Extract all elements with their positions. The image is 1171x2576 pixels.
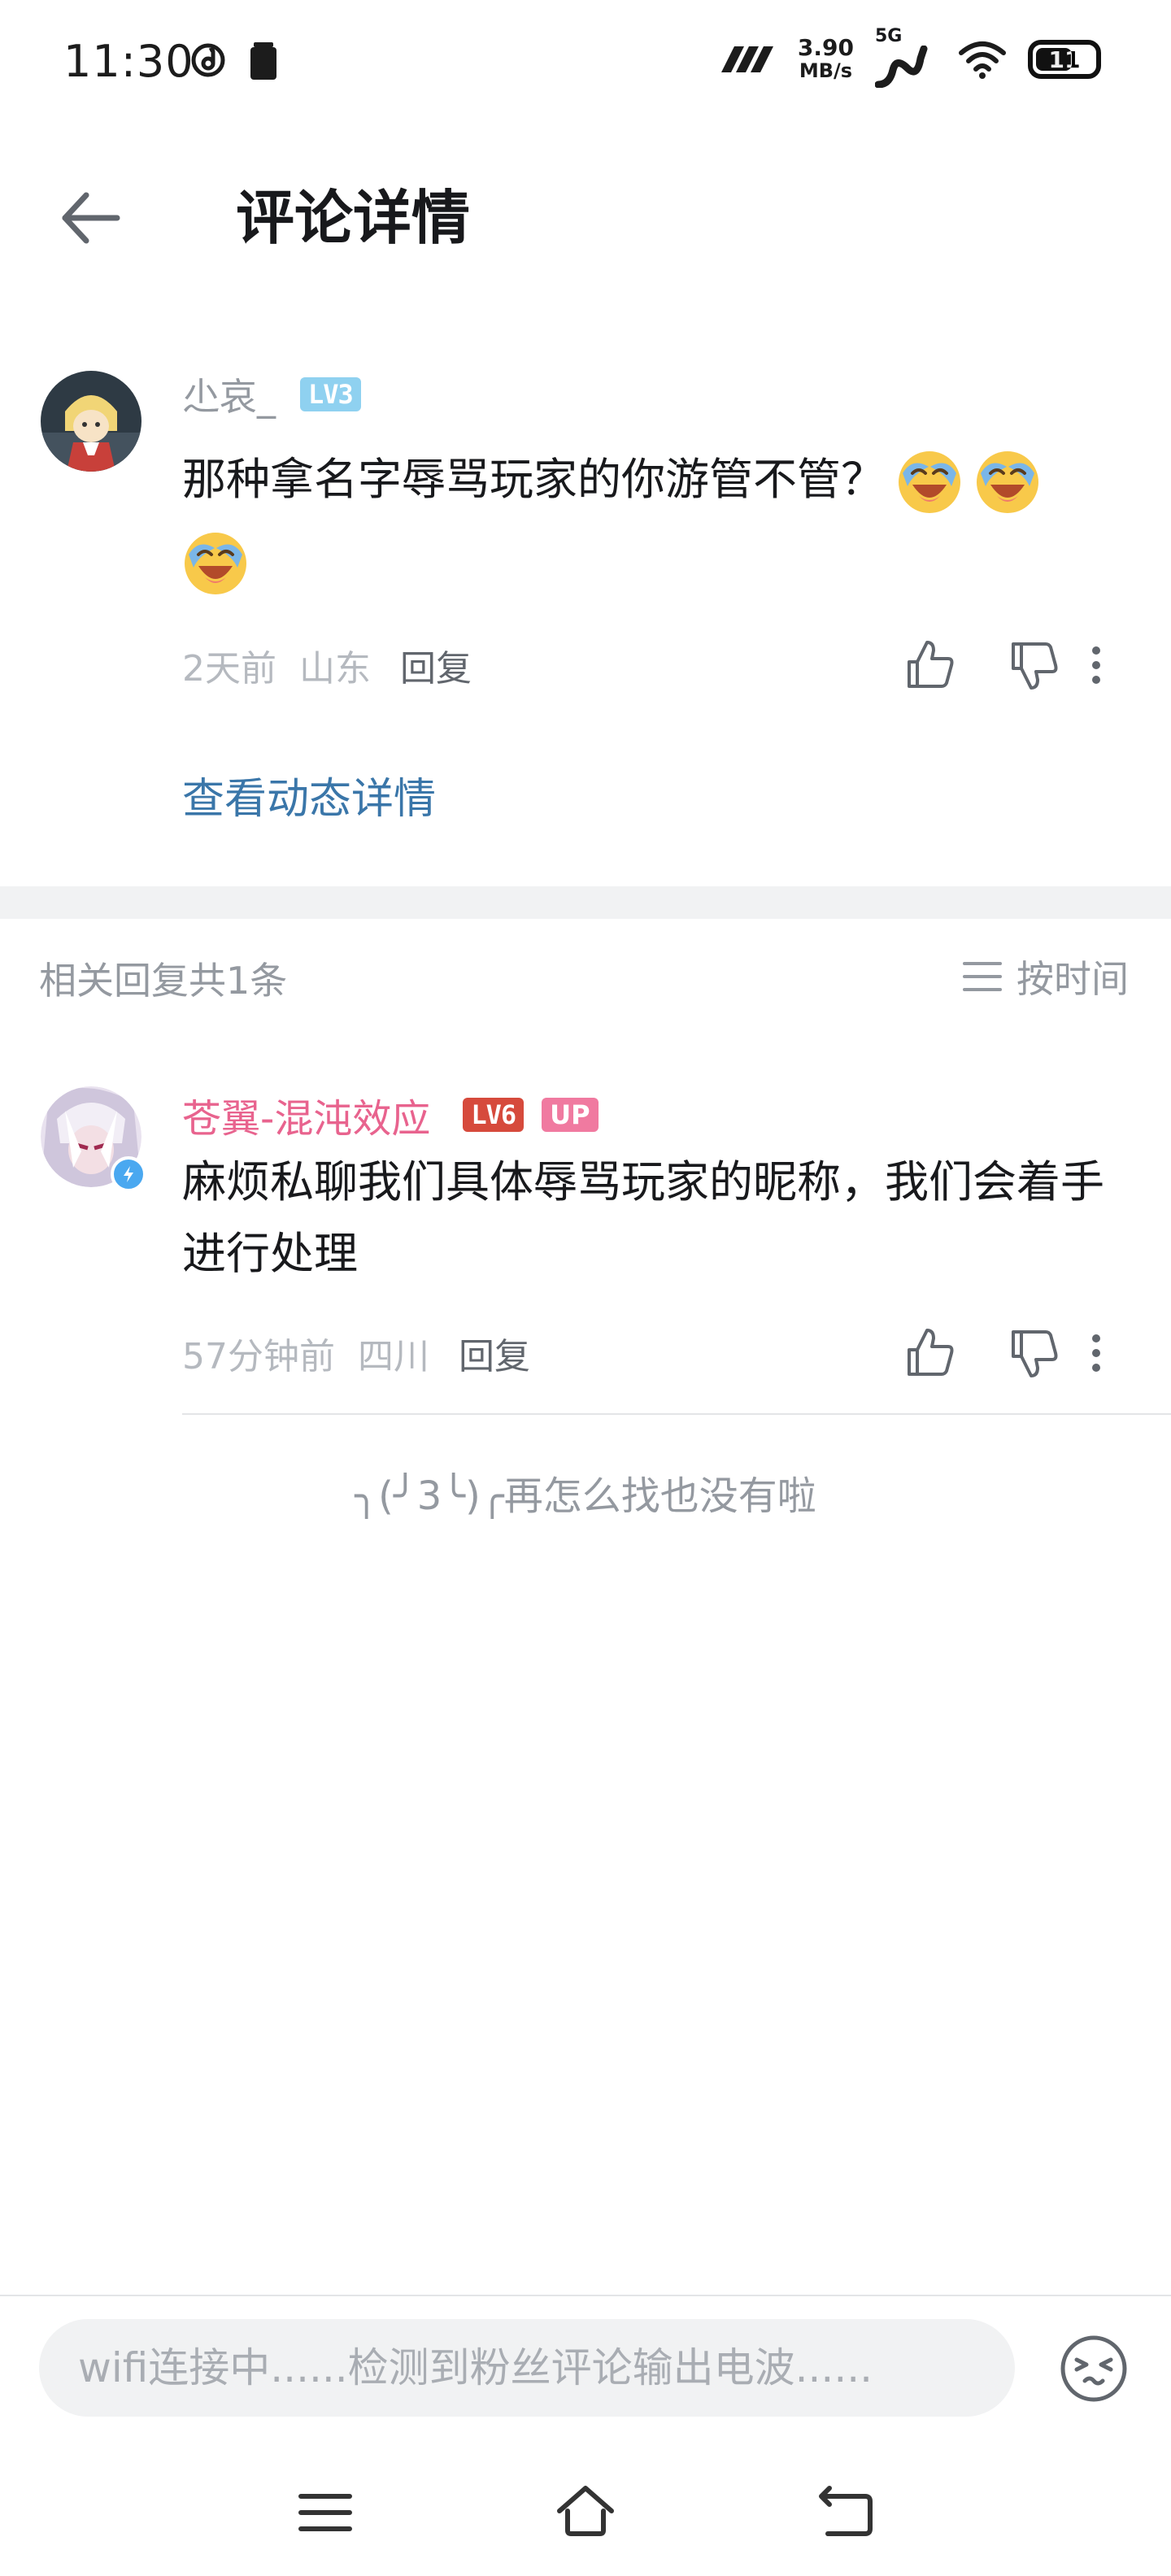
up-badge: UP: [542, 1098, 599, 1132]
page-title: 评论详情: [236, 184, 471, 252]
sort-label: 按时间: [1016, 957, 1129, 1001]
reply-content: 麻烦私聊我们具体辱骂玩家的昵称，我们会着手进行处理: [182, 1156, 1104, 1279]
avatar[interactable]: [41, 371, 141, 472]
level-badge: LV3: [300, 377, 361, 411]
network-speed: 3.90 MB/s: [797, 34, 854, 83]
reply-avatar[interactable]: [41, 1086, 146, 1192]
more-options-icon[interactable]: [1080, 1324, 1112, 1382]
laughing-crying-emoji-icon: [185, 533, 246, 595]
comment-username[interactable]: 尐哀_: [182, 368, 276, 421]
back-arrow-icon[interactable]: [52, 179, 130, 257]
header-bar: 评论详情: [0, 146, 1171, 285]
signal-icon: [720, 46, 773, 72]
thumbs-up-icon[interactable]: [901, 1324, 960, 1382]
emoji-picker-icon[interactable]: [1057, 2332, 1130, 2405]
home-icon[interactable]: [553, 2480, 618, 2545]
sort-button[interactable]: 按时间: [961, 950, 1129, 1003]
battery-saver-icon: [250, 42, 276, 80]
music-notification-icon: [191, 43, 225, 77]
section-divider: [0, 886, 1171, 919]
replies-count: 相关回复共1条: [39, 959, 288, 1003]
reply-username[interactable]: 苍翼-混沌效应: [182, 1086, 430, 1143]
reply-location: 四川: [358, 1336, 429, 1377]
thumbs-up-icon[interactable]: [901, 636, 960, 694]
end-of-list-text: ╮(╯3╰)╭再怎么找也没有啦: [355, 1473, 816, 1519]
comment-content: 那种拿名字辱骂玩家的你游管不管？: [182, 439, 1142, 602]
view-post-detail-link[interactable]: 查看动态详情: [182, 764, 436, 825]
more-options-icon[interactable]: [1080, 636, 1112, 694]
bottom-divider: [0, 2295, 1171, 2296]
comment-time: 2天前: [182, 648, 276, 690]
verified-badge-icon: [111, 1156, 146, 1192]
reply-button[interactable]: 回复: [459, 1327, 530, 1379]
sort-list-icon: [963, 962, 1002, 991]
comment-input[interactable]: [39, 2319, 1015, 2417]
reply-time: 57分钟前: [182, 1336, 335, 1377]
battery-indicator: 11: [1028, 40, 1101, 79]
avatar-image: [41, 371, 141, 472]
wifi-icon: [959, 41, 1006, 79]
laughing-crying-emoji-icon: [899, 451, 960, 514]
mobile-data-icon: 5G: [875, 26, 937, 88]
menu-icon[interactable]: [293, 2480, 358, 2545]
reply-button[interactable]: 回复: [400, 639, 472, 691]
system-nav-bar: [0, 2448, 1171, 2569]
back-nav-icon[interactable]: [813, 2480, 878, 2545]
laughing-crying-emoji-icon: [977, 451, 1038, 514]
reply-divider: [182, 1413, 1171, 1415]
level-badge: LV6: [463, 1098, 525, 1132]
replies-header: 相关回复共1条 按时间: [0, 943, 1171, 1008]
thumbs-down-icon[interactable]: [1005, 636, 1064, 694]
status-time: 11:30: [63, 36, 194, 87]
thumbs-down-icon[interactable]: [1005, 1324, 1064, 1382]
comment-location: 山东: [299, 648, 371, 690]
status-bar: 11:30 3.90 MB/s 5G 11: [0, 0, 1171, 130]
